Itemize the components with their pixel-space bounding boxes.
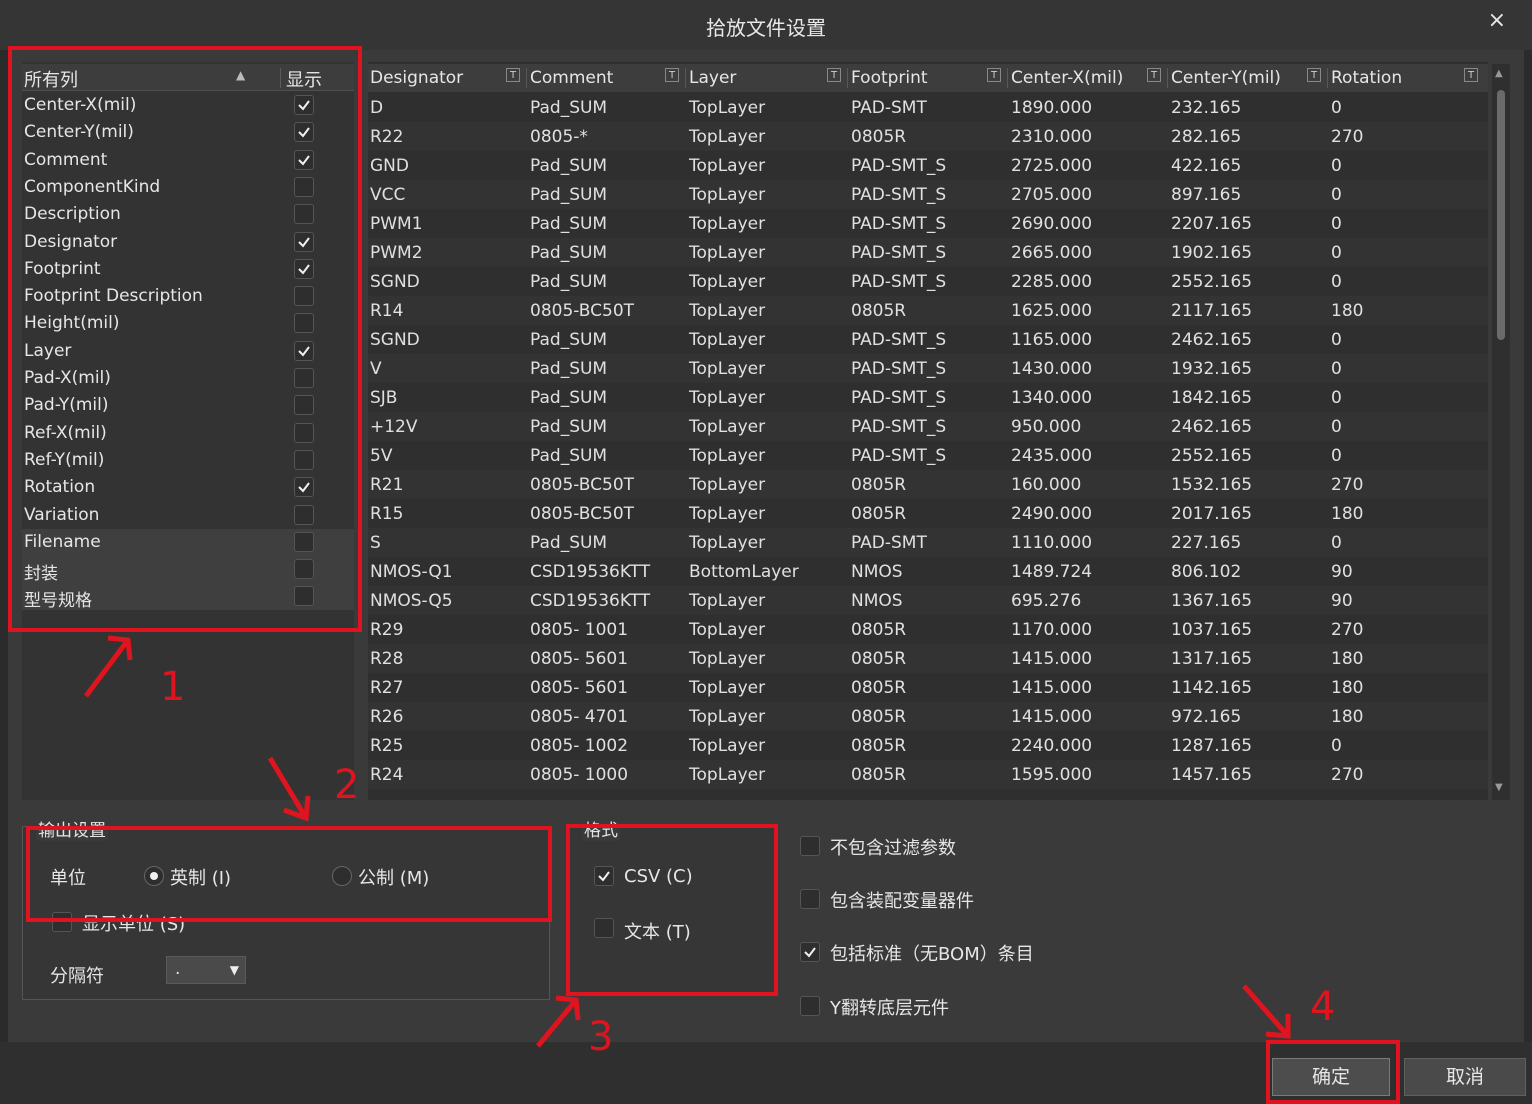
annotation-number-4: 4 <box>1310 984 1336 1030</box>
annotation-arrows <box>84 635 1291 1048</box>
annotation-number-1: 1 <box>160 664 186 710</box>
annotation-number-2: 2 <box>334 762 360 808</box>
annotation-number-3: 3 <box>588 1014 614 1060</box>
